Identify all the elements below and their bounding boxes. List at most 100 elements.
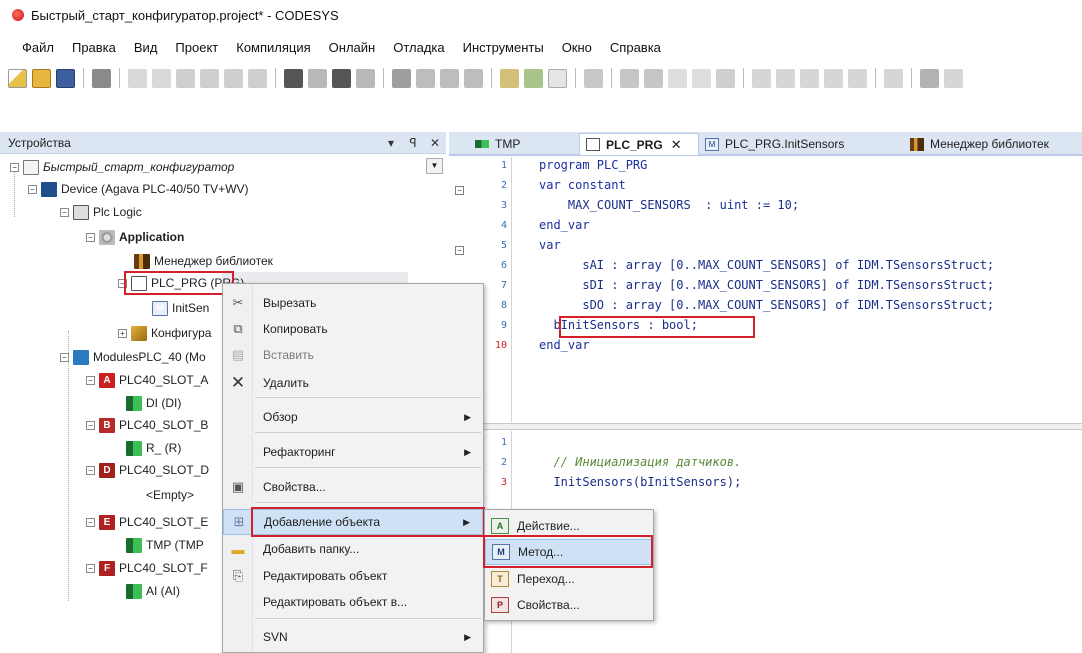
collapse-icon[interactable]: − <box>86 563 95 573</box>
fold-collapse-icon[interactable]: − <box>455 246 464 255</box>
tree-node-slot-b[interactable]: − B PLC40_SLOT_B <box>86 415 208 435</box>
tree-node-r[interactable]: R_ (R) <box>126 438 181 458</box>
logout-icon[interactable] <box>644 68 663 88</box>
new-project-icon[interactable] <box>8 68 27 88</box>
menu-item-browse[interactable]: Обзор ▶ <box>223 404 483 430</box>
collapse-icon[interactable]: − <box>28 184 37 194</box>
stop-icon[interactable] <box>692 68 711 88</box>
tree-node-device[interactable]: − Device (Agava PLC-40/50 TV+WV) <box>28 179 249 199</box>
delete-icon[interactable] <box>248 68 267 88</box>
object-icon[interactable] <box>548 68 567 88</box>
menu-project[interactable]: Проект <box>166 38 227 57</box>
compile-icon[interactable] <box>500 68 519 88</box>
step-out-icon[interactable] <box>824 68 843 88</box>
find-icon[interactable] <box>284 68 303 88</box>
tree-node-ai[interactable]: AI (AI) <box>126 581 180 601</box>
reset-icon[interactable] <box>716 68 735 88</box>
menu-item-copy[interactable]: ⧉ Копировать <box>223 316 483 342</box>
bookmark-prev-icon[interactable] <box>440 68 459 88</box>
panel-dropdown-icon[interactable]: ▾ <box>380 136 402 150</box>
menu-online[interactable]: Онлайн <box>320 38 385 57</box>
bookmark-clear-icon[interactable] <box>464 68 483 88</box>
run-icon[interactable] <box>668 68 687 88</box>
replace-in-project-icon[interactable] <box>356 68 375 88</box>
add-device-icon[interactable] <box>524 68 543 88</box>
submenu-item-property[interactable]: P Свойства... <box>485 592 653 618</box>
submenu-item-transition[interactable]: T Переход... <box>485 566 653 592</box>
force-icon[interactable] <box>884 68 903 88</box>
tree-node-initsensors[interactable]: M InitSen <box>152 298 209 318</box>
bookmark-icon[interactable] <box>392 68 411 88</box>
tree-node-configuration[interactable]: + Конфигура <box>118 323 211 343</box>
menu-item-refactoring[interactable]: Рефакторинг ▶ <box>223 439 483 465</box>
expand-icon[interactable]: + <box>118 328 127 338</box>
tree-node-modules[interactable]: − ModulesPLC_40 (Mo <box>60 347 206 367</box>
tree-node-slot-e[interactable]: − E PLC40_SLOT_E <box>86 512 208 532</box>
write-values-icon[interactable] <box>848 68 867 88</box>
tree-node-slot-f[interactable]: − F PLC40_SLOT_F <box>86 558 208 578</box>
collapse-icon[interactable]: − <box>86 465 95 475</box>
menu-debug[interactable]: Отладка <box>384 38 453 57</box>
panel-pin-icon[interactable]: ꟼ <box>402 136 424 150</box>
tree-node-di[interactable]: DI (DI) <box>126 393 181 413</box>
menu-view[interactable]: Вид <box>125 38 167 57</box>
menu-item-cut[interactable]: ✂ Вырезать <box>223 290 483 316</box>
tree-node-tmp[interactable]: TMP (TMP <box>126 535 204 555</box>
menu-help[interactable]: Справка <box>601 38 670 57</box>
more-icon[interactable] <box>944 68 963 88</box>
collapse-icon[interactable]: − <box>86 375 95 385</box>
cut-icon[interactable] <box>176 68 195 88</box>
declaration-editor[interactable]: − − 1 program PLC_PRG 2 var constant 3 M… <box>449 157 1082 422</box>
bookmark-next-icon[interactable] <box>416 68 435 88</box>
tree-node-slot-a[interactable]: − A PLC40_SLOT_A <box>86 370 208 390</box>
tree-node-library-manager[interactable]: Менеджер библиотек <box>134 251 273 271</box>
menu-window[interactable]: Окно <box>553 38 601 57</box>
menu-tools[interactable]: Инструменты <box>454 38 553 57</box>
tree-node-application[interactable]: − Application <box>86 227 184 247</box>
tab-close-icon[interactable]: ✕ <box>671 137 682 153</box>
menu-build[interactable]: Компиляция <box>227 38 319 57</box>
replace-icon[interactable] <box>308 68 327 88</box>
save-icon[interactable] <box>56 68 75 88</box>
menu-file[interactable]: Файл <box>12 38 63 57</box>
tab-tmp[interactable]: TMP <box>469 133 541 155</box>
menu-edit[interactable]: Правка <box>63 38 125 57</box>
open-project-icon[interactable] <box>32 68 51 88</box>
find-in-project-icon[interactable] <box>332 68 351 88</box>
tab-library-manager[interactable]: Менеджер библиотек <box>904 133 1082 155</box>
menu-item-delete[interactable]: ✕ Удалить <box>223 370 483 396</box>
menu-item-add-folder[interactable]: ▬ Добавить папку... <box>223 536 483 562</box>
library-icon[interactable] <box>920 68 939 88</box>
memory-icon[interactable] <box>584 68 603 88</box>
tab-plc-prg[interactable]: PLC_PRG ✕ <box>579 133 699 155</box>
tree-node-plc-logic[interactable]: − Plc Logic <box>60 202 142 222</box>
login-icon[interactable] <box>620 68 639 88</box>
breakpoint-icon[interactable] <box>752 68 771 88</box>
copy-icon[interactable] <box>200 68 219 88</box>
tab-plc-prg-initsensors[interactable]: M PLC_PRG.InitSensors <box>699 133 884 155</box>
tree-node-empty[interactable]: Ꮯ <Empty> <box>126 485 194 505</box>
tree-node-slot-d[interactable]: − D PLC40_SLOT_D <box>86 460 209 480</box>
collapse-icon[interactable]: − <box>86 420 95 430</box>
undo-icon[interactable] <box>128 68 147 88</box>
menu-item-paste[interactable]: ▤ Вставить <box>223 342 483 368</box>
collapse-icon[interactable]: − <box>10 162 19 172</box>
tree-dropdown-icon[interactable]: ▼ <box>426 158 443 174</box>
redo-icon[interactable] <box>152 68 171 88</box>
menu-item-edit-object-with[interactable]: Редактировать объект в... <box>223 589 483 615</box>
panel-close-icon[interactable]: ✕ <box>424 136 446 150</box>
collapse-icon[interactable]: − <box>86 517 95 527</box>
fold-collapse-icon[interactable]: − <box>455 186 464 195</box>
collapse-icon[interactable]: − <box>60 207 69 217</box>
paste-icon[interactable] <box>224 68 243 88</box>
tree-node-project[interactable]: − Быстрый_старт_конфигуратор <box>10 157 234 177</box>
collapse-icon[interactable]: − <box>86 232 95 242</box>
step-into-icon[interactable] <box>800 68 819 88</box>
print-icon[interactable] <box>92 68 111 88</box>
step-over-icon[interactable] <box>776 68 795 88</box>
menu-item-properties[interactable]: ▣ Свойства... <box>223 474 483 500</box>
collapse-icon[interactable]: − <box>60 352 69 362</box>
editor-splitter[interactable] <box>449 423 1082 430</box>
menu-item-svn[interactable]: SVN ▶ <box>223 624 483 650</box>
menu-item-edit-object[interactable]: ⎘ Редактировать объект <box>223 563 483 589</box>
